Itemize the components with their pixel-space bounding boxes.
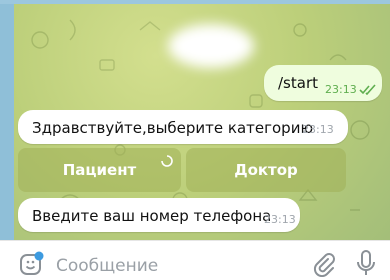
message-bubble-outgoing[interactable]: /start 23:13: [264, 65, 382, 101]
message-input[interactable]: Сообщение: [56, 256, 158, 276]
double-check-icon: [359, 84, 376, 95]
message-time: 23:13: [264, 213, 296, 226]
message-bubble-incoming[interactable]: Введите ваш номер телефона 23:13: [18, 198, 300, 232]
message-text: /start: [278, 74, 318, 92]
inline-button-doctor[interactable]: Доктор: [186, 148, 346, 192]
chat-screen: /start 23:13 Здравствуйте,выберите катег…: [0, 0, 390, 280]
message-text: Здравствуйте,выберите категорию: [32, 119, 314, 137]
message-composer: Сообщение: [0, 240, 390, 280]
message-time: 23:13: [325, 83, 357, 96]
inline-button-label: Доктор: [234, 161, 298, 179]
inline-button-label: Пациент: [62, 161, 137, 179]
message-bubble-incoming[interactable]: Здравствуйте,выберите категорию 23:13: [18, 110, 348, 144]
loading-spinner-icon: [161, 155, 173, 167]
message-text: Введите ваш номер телефона: [32, 207, 272, 225]
message-time: 23:13: [302, 123, 334, 136]
inline-button-patient[interactable]: Пациент: [18, 148, 181, 192]
blurred-title-area: [168, 24, 254, 68]
microphone-icon[interactable]: [355, 249, 377, 279]
paperclip-icon[interactable]: [311, 251, 335, 277]
sticker-emoji-icon[interactable]: [18, 251, 44, 277]
